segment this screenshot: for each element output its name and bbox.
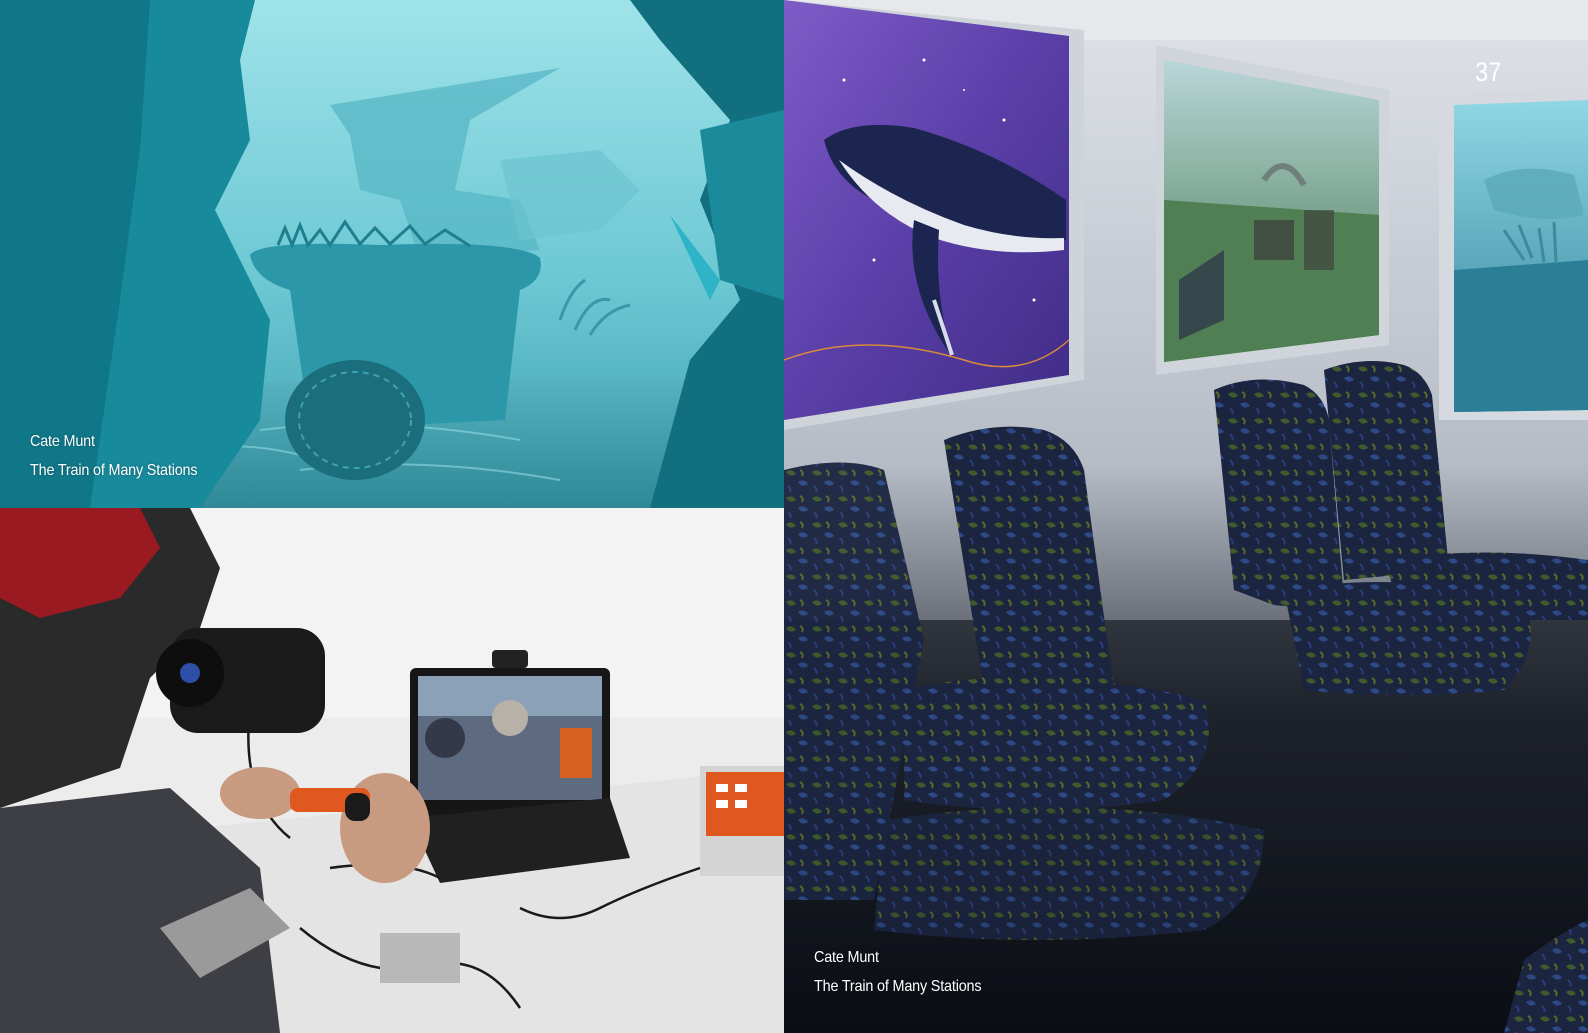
caption-title: The Train of Many Stations xyxy=(814,978,982,995)
page-number: 37 xyxy=(1475,57,1502,87)
caption-title: The Train of Many Stations xyxy=(30,462,198,479)
carriage-photo-caption: Cate Munt The Train of Many Stations xyxy=(814,943,982,1001)
underwater-photo-caption: Cate Munt The Train of Many Stations xyxy=(30,427,198,485)
train-carriage-photo: Cate Munt The Train of Many Stations xyxy=(784,0,1588,1033)
caption-artist: Cate Munt xyxy=(814,949,879,966)
caption-artist: Cate Munt xyxy=(30,433,95,450)
vr-user-photo xyxy=(0,508,784,1033)
train-carriage-illustration xyxy=(784,0,1588,1033)
underwater-scene-photo: Cate Munt The Train of Many Stations xyxy=(0,0,784,508)
vr-user-illustration xyxy=(0,508,784,1033)
